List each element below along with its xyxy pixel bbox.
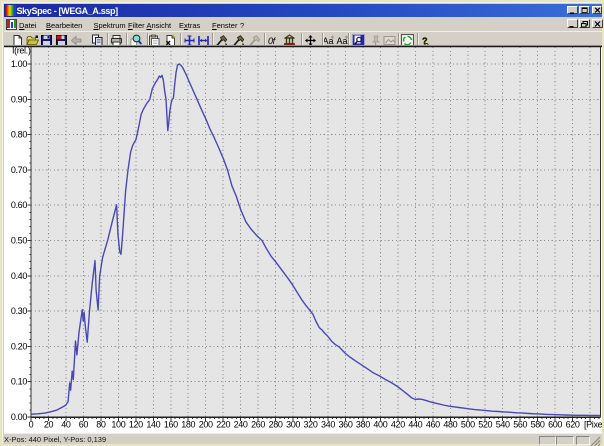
svg-text:I(rel.): I(rel.) xyxy=(12,46,31,56)
svg-text:620: 620 xyxy=(566,420,580,430)
svg-text:520: 520 xyxy=(478,420,492,430)
svg-text:0.60: 0.60 xyxy=(11,200,27,210)
svg-text:420: 420 xyxy=(391,420,405,430)
svg-text:600: 600 xyxy=(548,420,562,430)
svg-text:360: 360 xyxy=(339,420,353,430)
svg-text:140: 140 xyxy=(146,420,160,430)
svg-text:560: 560 xyxy=(513,420,527,430)
svg-text:1.00: 1.00 xyxy=(11,59,27,69)
svg-text:340: 340 xyxy=(321,420,335,430)
svg-text:180: 180 xyxy=(181,420,195,430)
svg-text:80: 80 xyxy=(96,420,106,430)
svg-text:260: 260 xyxy=(251,420,265,430)
svg-text:60: 60 xyxy=(79,420,89,430)
svg-text:500: 500 xyxy=(461,420,475,430)
svg-text:320: 320 xyxy=(304,420,318,430)
svg-text:0.50: 0.50 xyxy=(11,236,27,246)
svg-text:0.00: 0.00 xyxy=(11,412,27,422)
svg-text:380: 380 xyxy=(356,420,370,430)
svg-text:400: 400 xyxy=(373,420,387,430)
svg-text:300: 300 xyxy=(286,420,300,430)
svg-text:0.20: 0.20 xyxy=(11,341,27,351)
svg-text:220: 220 xyxy=(216,420,230,430)
svg-text:40: 40 xyxy=(61,420,71,430)
svg-text:0.80: 0.80 xyxy=(11,130,27,140)
svg-text:440: 440 xyxy=(408,420,422,430)
svg-text:0.10: 0.10 xyxy=(11,377,27,387)
svg-text:580: 580 xyxy=(531,420,545,430)
svg-text:0.70: 0.70 xyxy=(11,165,27,175)
svg-text:[Pixel]: [Pixel] xyxy=(584,420,602,430)
svg-text:460: 460 xyxy=(426,420,440,430)
svg-text:240: 240 xyxy=(234,420,248,430)
svg-text:100: 100 xyxy=(111,420,125,430)
svg-text:160: 160 xyxy=(164,420,178,430)
svg-text:0: 0 xyxy=(29,420,34,430)
svg-text:200: 200 xyxy=(199,420,213,430)
svg-text:20: 20 xyxy=(44,420,54,430)
svg-text:280: 280 xyxy=(269,420,283,430)
svg-text:480: 480 xyxy=(443,420,457,430)
svg-text:540: 540 xyxy=(496,420,510,430)
svg-text:0.40: 0.40 xyxy=(11,271,27,281)
svg-text:120: 120 xyxy=(129,420,143,430)
svg-text:0.30: 0.30 xyxy=(11,306,27,316)
svg-text:0.90: 0.90 xyxy=(11,94,27,104)
